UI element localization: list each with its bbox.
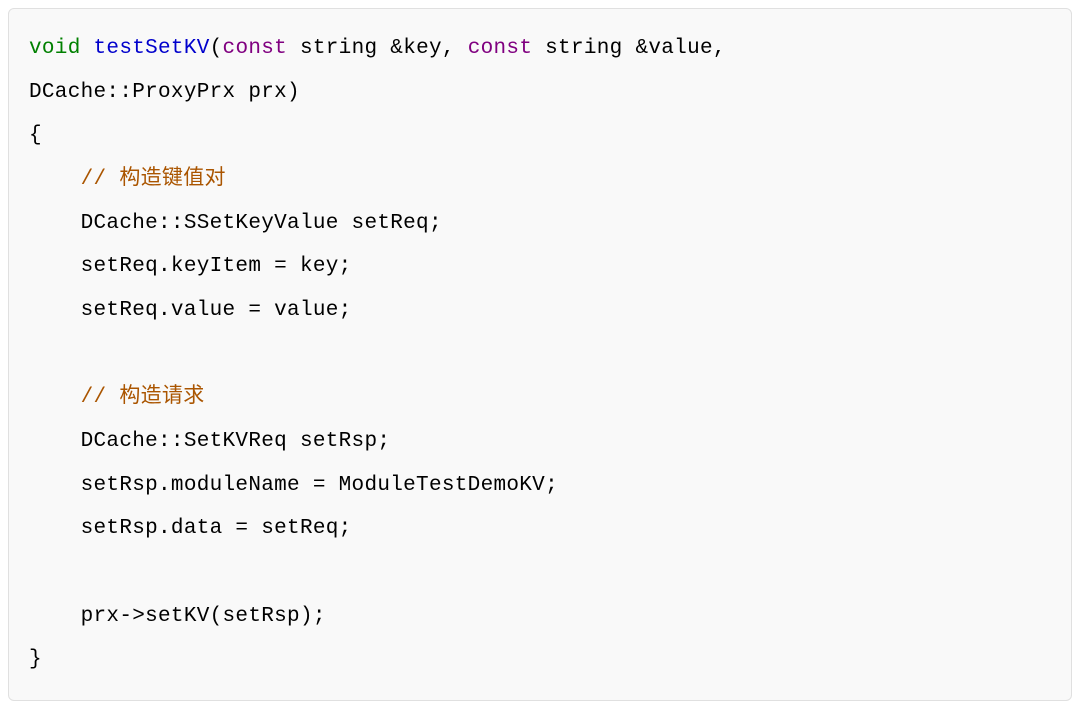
comma: , xyxy=(442,37,468,60)
code-line: DCache::ProxyPrx prx) xyxy=(29,81,300,104)
code-line: setReq.keyItem = key; xyxy=(81,255,352,278)
keyword-const: const xyxy=(468,37,533,60)
keyword-void: void xyxy=(29,37,81,60)
param-key: &key xyxy=(390,37,442,60)
type-string: string xyxy=(545,37,622,60)
comment: // 构造请求 xyxy=(81,386,205,409)
code-line: DCache::SSetKeyValue setReq; xyxy=(81,212,442,235)
comma: , xyxy=(713,37,726,60)
comment: // 构造键值对 xyxy=(81,168,226,191)
brace-close: } xyxy=(29,648,42,671)
brace-open: { xyxy=(29,124,42,147)
keyword-const: const xyxy=(223,37,288,60)
paren-open: ( xyxy=(210,37,223,60)
code-block: void testSetKV(const string &key, const … xyxy=(8,8,1072,701)
type-string: string xyxy=(300,37,377,60)
code-line: setReq.value = value; xyxy=(81,299,352,322)
param-value: &value xyxy=(635,37,712,60)
code-line: setRsp.moduleName = ModuleTestDemoKV; xyxy=(81,474,558,497)
code-line: setRsp.data = setReq; xyxy=(81,517,352,540)
code-line: prx->setKV(setRsp); xyxy=(81,605,326,628)
code-line: DCache::SetKVReq setRsp; xyxy=(81,430,391,453)
function-name: testSetKV xyxy=(94,37,210,60)
